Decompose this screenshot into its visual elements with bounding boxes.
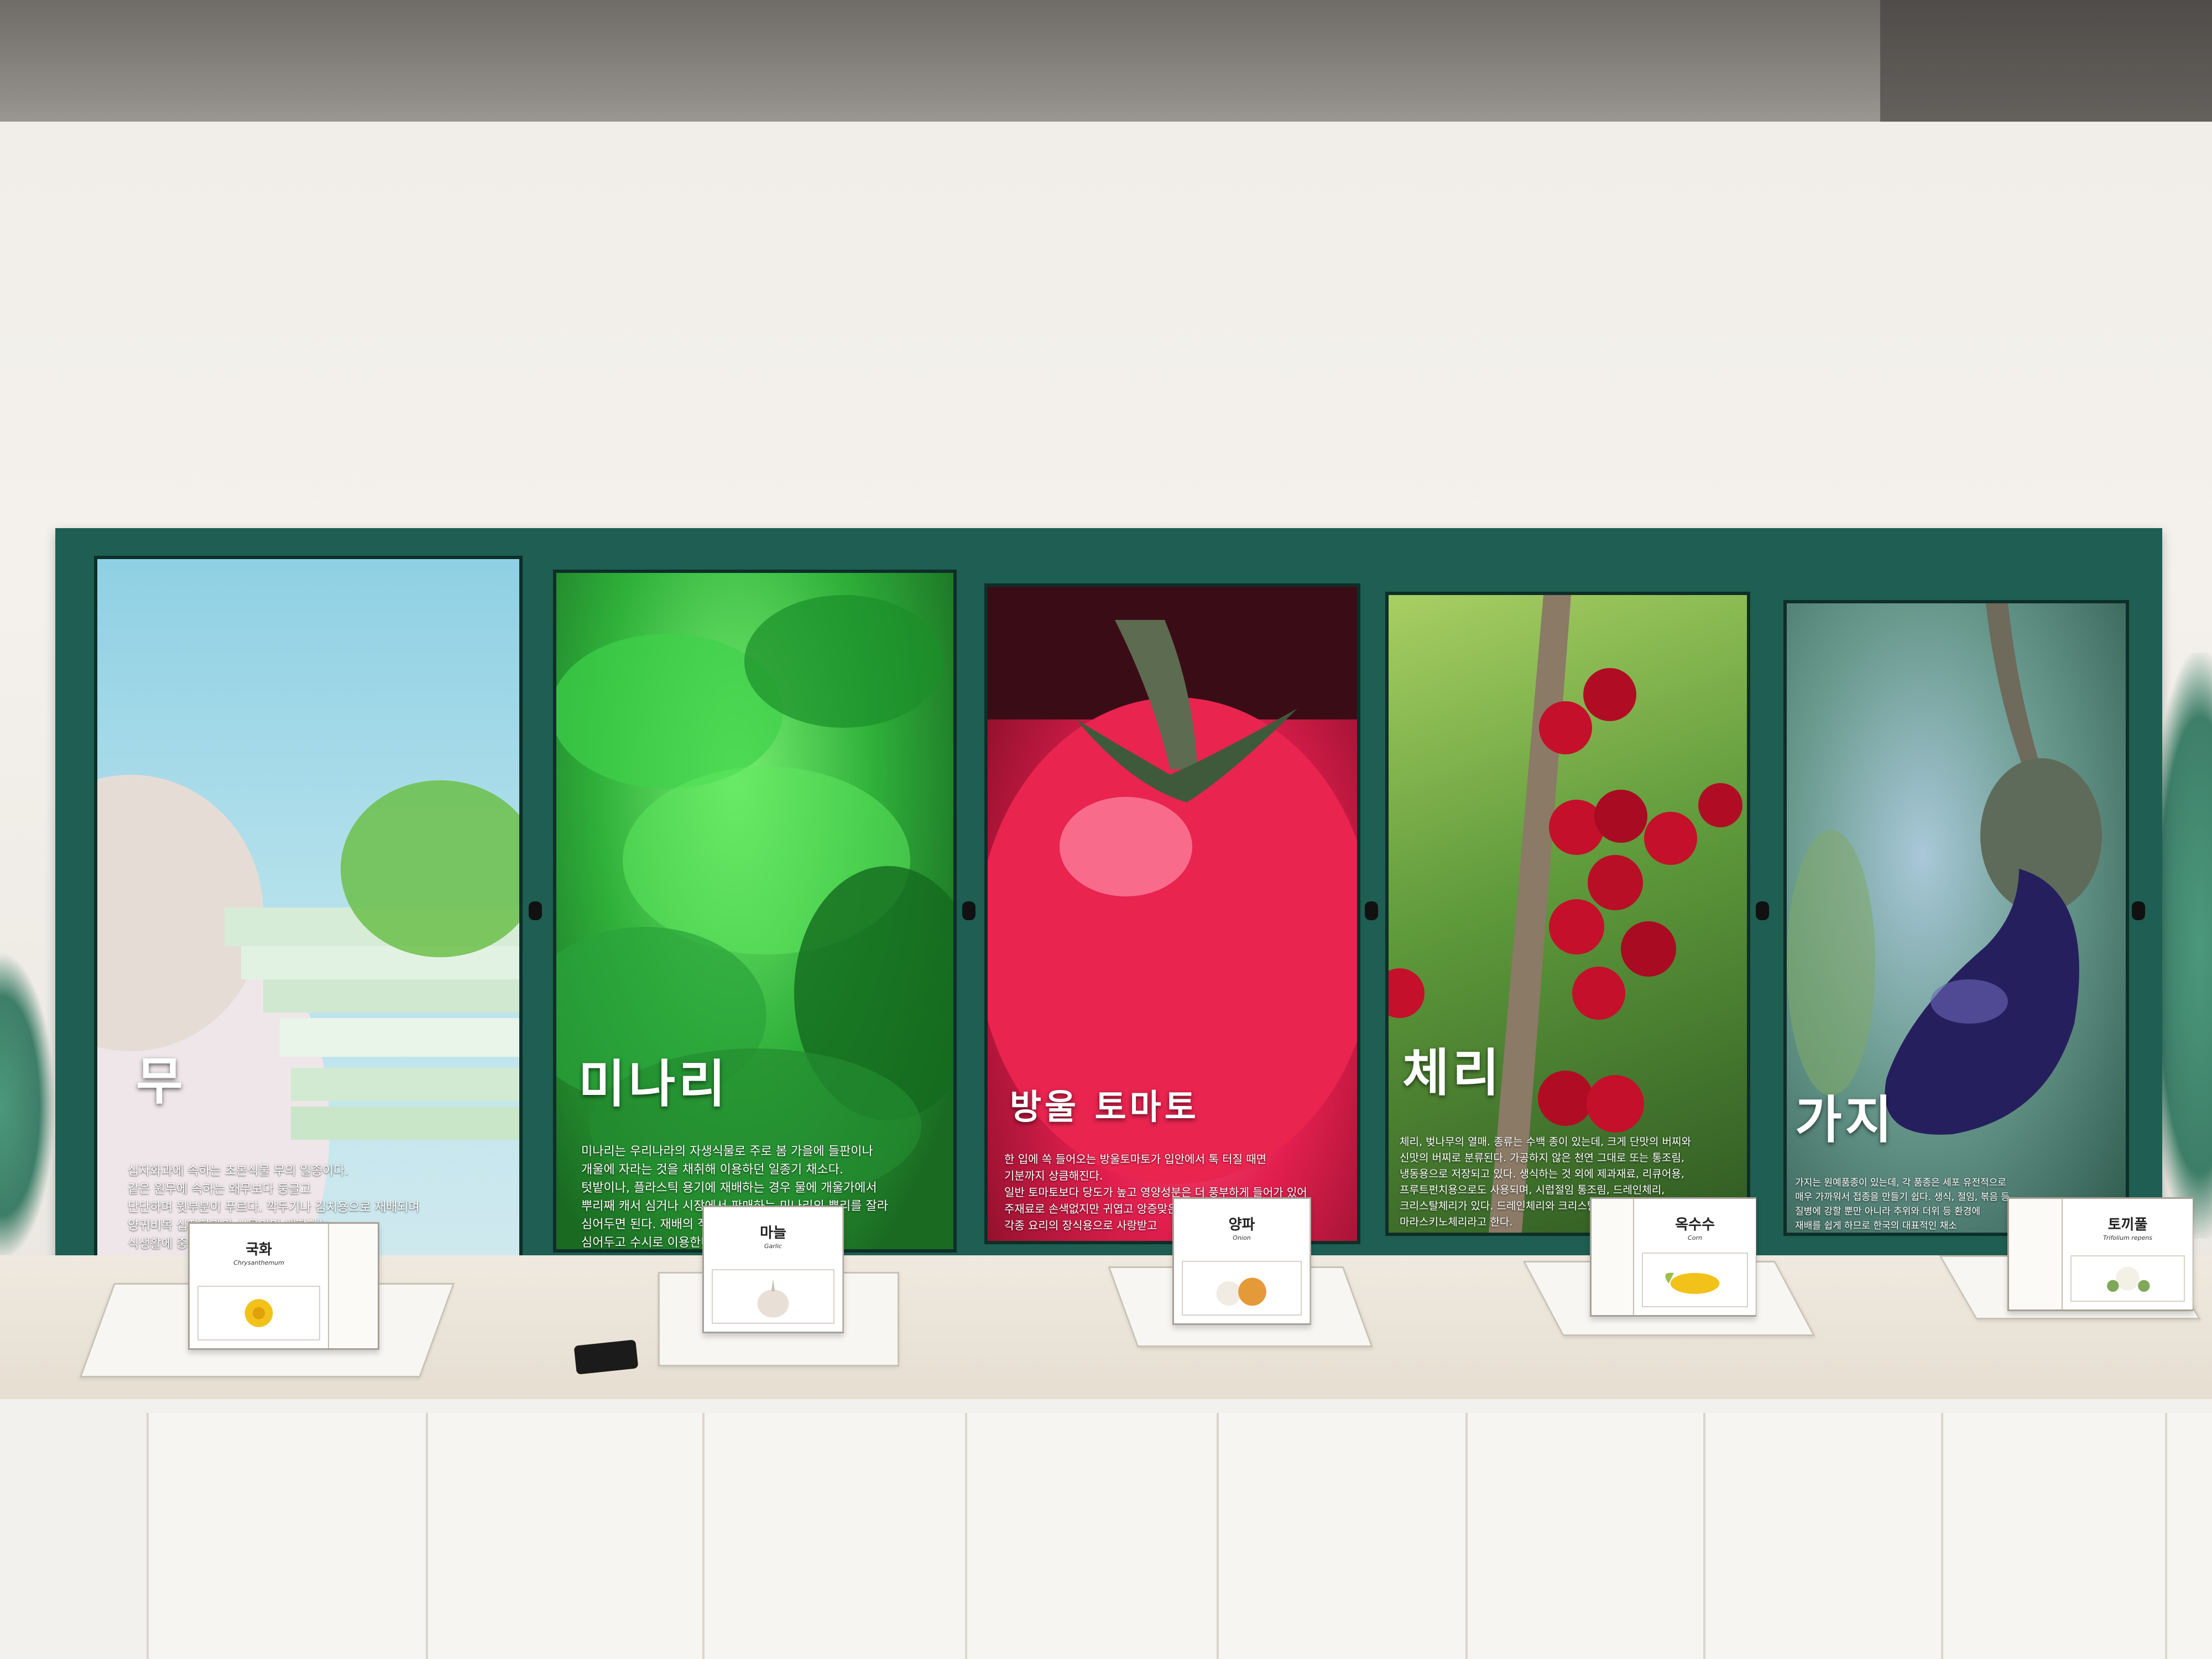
box-subtitle: Chrysanthemum: [233, 1259, 284, 1266]
box-front: 양파 Onion: [1174, 1199, 1311, 1323]
garlic-image: [712, 1269, 834, 1324]
description-line: 신맛의 버찌로 분류된다. 가공하지 않은 천연 그대로 또는 통조림,: [1400, 1152, 1684, 1164]
description-line: 미나리는 우리나라의 자생식물로 주로 봄 가을에 들판이나: [581, 1145, 873, 1159]
corn-image: [1642, 1253, 1748, 1307]
clover-image: [2070, 1255, 2185, 1302]
box-front: 마늘 Garlic: [704, 1207, 843, 1332]
cabinet-door: [2165, 1413, 2212, 1659]
description-line: 한 입에 쏙 들어오는 방울토마토가 입안에서 톡 터질 때면: [1004, 1152, 1267, 1166]
leaf-decoration-left: [0, 951, 55, 1261]
specimen-box[interactable]: 마늘 Garlic: [702, 1206, 844, 1333]
cabinet-door: [1465, 1413, 1705, 1659]
description-line: 프루트펀치용으로도 사용되며, 시럽절임 통조림, 드레인체리,: [1400, 1184, 1665, 1196]
screen-title: 가지: [1795, 1090, 1896, 1150]
box-subtitle: Onion: [1233, 1234, 1251, 1241]
description-line: 기분까지 상큼해진다.: [1004, 1169, 1103, 1182]
box-front: 옥수수 Corn: [1633, 1199, 1756, 1315]
description-line: 십자화과에 속하는 초본식물 무의 일종이다.: [128, 1164, 349, 1178]
cabinet-door: [147, 1413, 428, 1659]
box-title: 양파: [1228, 1217, 1255, 1233]
description-line: 질병에 강할 뿐만 아니라 추위와 더위 등 환경에: [1795, 1206, 1980, 1217]
screen-hinge: [1756, 901, 1769, 920]
onion-image: [1182, 1261, 1302, 1316]
cabinet-door: [1217, 1413, 1468, 1659]
tomato-illustration: [988, 587, 1357, 1184]
specimen-box[interactable]: 옥수수 Corn: [1590, 1197, 1756, 1317]
screen-hinge: [2132, 901, 2145, 920]
screen-hinge: [1365, 901, 1378, 920]
box-subtitle: Garlic: [764, 1243, 782, 1250]
box-title: 옥수수: [1675, 1217, 1715, 1233]
box-front: 국화 Chrysanthemum: [190, 1224, 329, 1348]
screen-title: 방울 토마토: [1010, 1087, 1199, 1127]
description-line: 단단하며 윗부분이 푸르다. 깍두기나 김치용으로 재배되며: [128, 1201, 420, 1214]
screen-radish: 무 십자화과에 속하는 초본식물 무의 일종이다. 같은 원무에 속하는 왜무보…: [94, 556, 523, 1261]
screen-title: 무: [136, 1051, 186, 1111]
box-title: 마늘: [760, 1225, 786, 1241]
cabinet-door: [702, 1413, 967, 1659]
cabinet-door: [965, 1413, 1219, 1659]
specimen-box[interactable]: 국화 Chrysanthemum: [188, 1222, 379, 1350]
screen-cherry: 체리 체리, 벚나무의 열매. 종류는 수백 종이 있는데, 크게 단맛의 버찌…: [1385, 592, 1750, 1236]
description-line: 체리, 벚나무의 열매. 종류는 수백 종이 있는데, 크게 단맛의 버찌와: [1400, 1136, 1691, 1148]
box-subtitle: Trifolium repens: [2103, 1234, 2153, 1241]
box-title: 토끼풀: [2107, 1217, 2148, 1233]
description-line: 가지는 원예품종이 있는데, 각 품종은 세포 유전적으로: [1795, 1177, 2006, 1188]
specimen-box[interactable]: 토끼풀 Trifolium repens: [2007, 1197, 2193, 1311]
cabinet-door: [1941, 1413, 2167, 1659]
screen-title: 체리: [1402, 1043, 1503, 1103]
screen-hinge: [529, 901, 542, 920]
radish-illustration: [97, 775, 519, 1258]
chrysanthemum-image: [197, 1286, 320, 1340]
screen-water-parsley: 미나리 미나리는 우리나라의 자생식물로 주로 봄 가을에 들판이나 개울에 자…: [553, 570, 957, 1253]
description-line: 개울에 자라는 것을 채취해 이용하던 일종기 채소다.: [581, 1163, 843, 1177]
description-line: 같은 원무에 속하는 왜무보다 둥글고: [128, 1182, 311, 1196]
cabinet-door: [426, 1413, 705, 1659]
screen-cherry-tomato: 방울 토마토 한 입에 쏙 들어오는 방울토마토가 입안에서 톡 터질 때면 기…: [984, 583, 1360, 1244]
cabinet-door: [1703, 1413, 1943, 1659]
box-title: 국화: [246, 1241, 272, 1258]
screen-description: 가지는 원예품종이 있는데, 각 품종은 세포 유전적으로 매우 가까워서 접종…: [1795, 1176, 2010, 1233]
screen-eggplant: 가지 가지는 원예품종이 있는데, 각 품종은 세포 유전적으로 매우 가까워서…: [1783, 600, 2129, 1236]
specimen-box[interactable]: 양파 Onion: [1172, 1197, 1311, 1325]
box-subtitle: Corn: [1688, 1234, 1702, 1241]
description-line: 재배를 쉽게 하므로 한국의 대표적인 채소: [1795, 1220, 1957, 1232]
screen-title: 미나리: [578, 1054, 729, 1114]
screen-hinge: [962, 901, 975, 920]
description-line: 텃밭이나, 플라스틱 용기에 재배하는 경우 물에 개울가에서: [581, 1181, 877, 1195]
description-line: 냉동용으로 저장되고 있다. 생식하는 것 외에 제과재료, 리큐어용,: [1400, 1168, 1684, 1180]
box-front: 토끼풀 Trifolium repens: [2062, 1199, 2193, 1310]
description-line: 매우 가까워서 접종을 만들기 쉽다. 생식, 절임, 볶음 등: [1795, 1192, 2010, 1203]
